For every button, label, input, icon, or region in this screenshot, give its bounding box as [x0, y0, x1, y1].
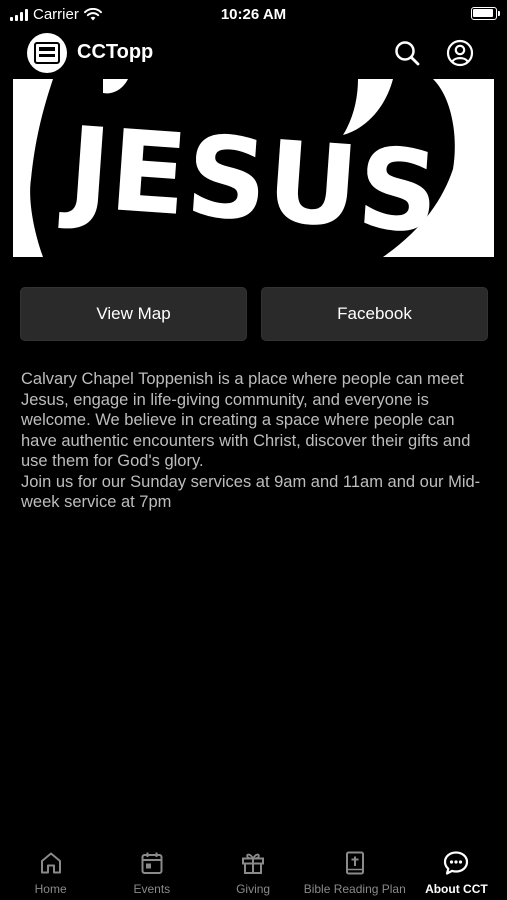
- hero-image: JESUS: [13, 79, 494, 257]
- tab-events[interactable]: Events: [101, 840, 202, 900]
- app-title: CCTopp: [77, 41, 154, 63]
- app-header: CCTopp: [0, 30, 507, 76]
- calendar-icon: [141, 852, 163, 874]
- tab-about-cct-label: About CCT: [425, 882, 488, 896]
- status-time: 10:26 AM: [220, 6, 287, 23]
- facebook-button[interactable]: Facebook: [261, 287, 488, 341]
- tab-giving-label: Giving: [236, 882, 271, 896]
- tab-home-label: Home: [34, 882, 67, 896]
- status-bar: Carrier 10:26 AM: [0, 0, 507, 30]
- tab-about-cct[interactable]: About CCT: [406, 840, 507, 900]
- tab-bible-reading-plan[interactable]: Bible Reading Plan: [304, 840, 406, 900]
- tab-giving[interactable]: Giving: [202, 840, 303, 900]
- search-icon[interactable]: [393, 39, 421, 67]
- about-description: Calvary Chapel Toppenish is a place wher…: [21, 369, 491, 513]
- battery-icon: [471, 7, 500, 20]
- church-logo-icon[interactable]: [27, 33, 67, 73]
- tab-events-label: Events: [133, 882, 171, 896]
- chat-icon: [444, 851, 469, 875]
- tab-home[interactable]: Home: [0, 840, 101, 900]
- description-paragraph-1: Calvary Chapel Toppenish is a place wher…: [21, 370, 471, 470]
- tab-bible-reading-plan-label: Bible Reading Plan: [303, 882, 406, 896]
- description-paragraph-2: Join us for our Sunday services at 9am a…: [21, 472, 481, 512]
- bible-icon: [345, 851, 364, 875]
- hero-text: JESUS: [57, 103, 443, 257]
- jesus-banner: JESUS: [13, 79, 494, 257]
- gift-icon: [242, 853, 265, 874]
- home-icon: [40, 852, 61, 874]
- view-map-button[interactable]: View Map: [20, 287, 247, 341]
- tab-bar: Home Events Giving Bible Reading Plan Ab…: [0, 840, 507, 900]
- account-icon[interactable]: [446, 39, 474, 67]
